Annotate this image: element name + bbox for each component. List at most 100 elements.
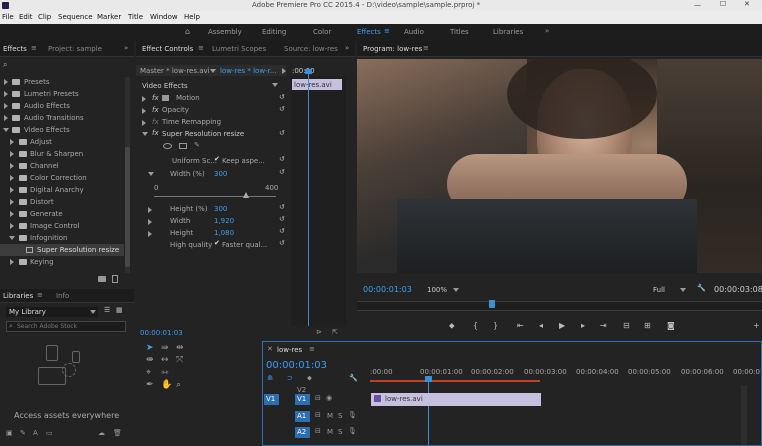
tab-libraries[interactable]: Libraries bbox=[3, 292, 33, 300]
sync-icon[interactable]: ☁ bbox=[98, 429, 105, 437]
add-marker-icon[interactable]: ⬥ bbox=[449, 321, 455, 331]
search-icon[interactable]: ⌕ bbox=[3, 60, 7, 70]
effect-controls-timecode[interactable]: 00:00:01:03 bbox=[140, 329, 183, 337]
tree-row[interactable]: Blur & Sharpen bbox=[0, 148, 124, 160]
scroll-up-icon[interactable] bbox=[272, 83, 278, 87]
expand-opacity-icon[interactable] bbox=[142, 108, 146, 114]
track-select-tool-icon[interactable]: ⇛ bbox=[161, 343, 169, 353]
expand-height-pct-icon[interactable] bbox=[148, 207, 152, 213]
reset-icon[interactable]: ↺ bbox=[279, 215, 285, 223]
maximize-button[interactable]: ☐ bbox=[720, 0, 726, 8]
tree-row[interactable]: Generate bbox=[0, 208, 124, 220]
work-area-bar[interactable] bbox=[370, 380, 540, 382]
go-to-in-icon[interactable]: ⇤ bbox=[517, 321, 524, 330]
add-text-icon[interactable]: ▣ bbox=[6, 429, 13, 437]
rolling-edit-tool-icon[interactable]: ⇼ bbox=[146, 355, 154, 365]
tab-source[interactable]: Source: low-res bbox=[284, 45, 338, 53]
program-scrub-bar[interactable] bbox=[357, 301, 762, 311]
workspace-tab-editing[interactable]: Editing bbox=[262, 28, 286, 36]
width-value[interactable]: 1,920 bbox=[214, 217, 234, 225]
tab-info[interactable]: Info bbox=[56, 292, 69, 300]
grid-view-icon[interactable]: ▦ bbox=[116, 306, 123, 314]
menu-clip[interactable]: Clip bbox=[38, 13, 51, 21]
tree-row[interactable]: Video Effects bbox=[0, 124, 124, 136]
panel-overflow-icon[interactable]: » bbox=[124, 44, 128, 52]
tree-row[interactable]: Audio Effects bbox=[0, 100, 124, 112]
menu-sequence[interactable]: Sequence bbox=[58, 13, 93, 21]
timeline-settings-icon[interactable]: 🔧 bbox=[349, 374, 358, 382]
tree-row[interactable]: Presets bbox=[0, 76, 124, 88]
stock-search[interactable]: ⌕ Search Adobe Stock bbox=[6, 321, 126, 332]
new-bin-icon[interactable] bbox=[98, 276, 106, 282]
video-frame[interactable] bbox=[357, 59, 762, 273]
solo-button[interactable]: S bbox=[338, 412, 342, 420]
expand-motion-icon[interactable] bbox=[142, 96, 146, 102]
tree-row[interactable]: Image Control bbox=[0, 220, 124, 232]
delete-icon[interactable] bbox=[112, 275, 118, 283]
tree-row[interactable]: Keying bbox=[0, 256, 124, 268]
tree-row[interactable]: Color Correction bbox=[0, 172, 124, 184]
tree-row[interactable]: Audio Transitions bbox=[0, 112, 124, 124]
close-sequence-icon[interactable]: ✕ bbox=[267, 345, 273, 353]
workspace-menu-icon[interactable]: ≡ bbox=[384, 27, 390, 35]
height-value[interactable]: 1,080 bbox=[214, 229, 234, 237]
track-target-v1[interactable]: V1 bbox=[295, 394, 310, 405]
export-icon[interactable]: ⇱ bbox=[332, 328, 338, 336]
reset-icon[interactable]: ↺ bbox=[279, 239, 285, 247]
voiceover-icon[interactable]: 🎙 bbox=[348, 427, 357, 435]
selection-tool-icon[interactable]: ➤ bbox=[146, 343, 154, 353]
slip-tool-icon[interactable]: ⌖ bbox=[146, 368, 151, 378]
timeline-clip[interactable]: low-res.avi bbox=[371, 393, 541, 406]
width-slider-track[interactable] bbox=[154, 196, 276, 197]
ripple-edit-tool-icon[interactable]: ⇹ bbox=[176, 343, 184, 353]
sync-lock-icon[interactable]: ⊟ bbox=[315, 411, 321, 419]
eye-icon[interactable]: ◉ bbox=[326, 394, 332, 402]
reset-icon[interactable]: ↺ bbox=[279, 227, 285, 235]
source-patch-v1[interactable]: V1 bbox=[264, 394, 279, 405]
keep-aspect-checkbox[interactable]: ✔ bbox=[214, 155, 220, 163]
extract-icon[interactable]: ⊞ bbox=[644, 321, 651, 330]
ec-playhead-handle[interactable] bbox=[305, 69, 312, 74]
menu-file[interactable]: File bbox=[2, 13, 14, 21]
mark-out-icon[interactable]: } bbox=[493, 321, 498, 330]
effects-menu-icon[interactable]: ≡ bbox=[31, 44, 37, 52]
mute-button[interactable]: M bbox=[327, 412, 333, 420]
libraries-menu-icon[interactable]: ≡ bbox=[37, 291, 43, 299]
tree-row[interactable]: Infognition bbox=[0, 232, 124, 244]
reset-icon[interactable]: ↺ bbox=[279, 168, 285, 176]
quality-dropdown-icon[interactable] bbox=[680, 288, 686, 292]
go-to-out-icon[interactable]: ⇥ bbox=[600, 321, 607, 330]
tree-row[interactable]: Channel bbox=[0, 160, 124, 172]
workspace-tab-titles[interactable]: Titles bbox=[450, 28, 469, 36]
ellipse-mask-icon[interactable] bbox=[163, 143, 172, 149]
collapse-effect-icon[interactable] bbox=[142, 132, 148, 136]
tab-effects[interactable]: Effects bbox=[3, 45, 27, 53]
height-pct-value[interactable]: 300 bbox=[214, 205, 227, 213]
mark-in-icon[interactable]: { bbox=[473, 321, 478, 330]
pen-tool-icon[interactable]: ✒ bbox=[146, 380, 154, 390]
workspace-overflow-icon[interactable]: » bbox=[545, 27, 549, 35]
zoom-tool-icon[interactable]: ⌕ bbox=[176, 380, 181, 390]
workspace-tab-color[interactable]: Color bbox=[313, 28, 331, 36]
sync-lock-icon[interactable]: ⊟ bbox=[315, 394, 321, 402]
add-marker-icon[interactable]: ⬥ bbox=[307, 374, 312, 383]
zoom-dropdown-icon[interactable] bbox=[453, 288, 459, 292]
hand-tool-icon[interactable]: ✋ bbox=[161, 380, 172, 390]
collapse-width-icon[interactable] bbox=[148, 172, 154, 176]
voiceover-icon[interactable]: 🎙 bbox=[348, 411, 357, 419]
step-forward-icon[interactable]: ▸ bbox=[581, 321, 585, 330]
timeline-scrollbar[interactable] bbox=[741, 386, 747, 444]
pen-mask-icon[interactable]: ✎ bbox=[194, 141, 200, 149]
tree-row[interactable]: Digital Anarchy bbox=[0, 184, 124, 196]
rate-stretch-tool-icon[interactable]: ↔ bbox=[161, 355, 169, 365]
tree-row-selected[interactable]: Super Resolution resize bbox=[0, 244, 124, 256]
wrench-icon[interactable]: 🔧 bbox=[697, 284, 706, 292]
width-slider-thumb[interactable] bbox=[242, 192, 249, 198]
clip-dropdown-icon[interactable] bbox=[210, 69, 216, 73]
reset-icon[interactable]: ↺ bbox=[279, 129, 285, 137]
list-view-icon[interactable]: ☰ bbox=[104, 306, 110, 314]
delete-icon[interactable]: 🗑 bbox=[113, 429, 122, 437]
reset-icon[interactable]: ↺ bbox=[279, 105, 285, 113]
add-graphic-icon[interactable]: ▭ bbox=[46, 429, 53, 437]
menu-title[interactable]: Title bbox=[128, 13, 143, 21]
